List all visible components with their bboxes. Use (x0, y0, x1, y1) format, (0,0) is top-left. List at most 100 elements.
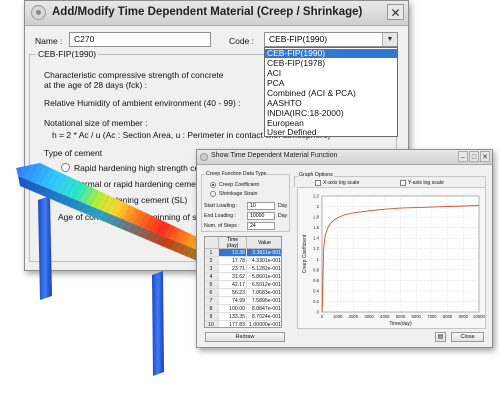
num-steps-label: Num. of Steps : (204, 223, 240, 229)
redraw-button[interactable]: Redraw (205, 332, 285, 342)
y-tick-label: 0.8 (313, 267, 319, 272)
table-row-header[interactable]: 2 (205, 257, 219, 265)
end-loading-input[interactable]: 10000 (247, 212, 275, 220)
start-loading-input[interactable]: 10 (247, 202, 275, 210)
humidity-label: Relative Humidity of ambient environment… (44, 98, 241, 108)
function-table: Time (day) Value 1 13.36 3.3611e-001 2 17.78… (204, 236, 282, 328)
cement-slow-radio[interactable] (61, 195, 70, 204)
y-tick-label: 2 (317, 204, 320, 209)
table-cell-value[interactable]: 3.3611e-001 (247, 249, 281, 257)
table-cell-time[interactable]: 17.78 (219, 257, 247, 265)
table-cell-value[interactable]: 1.00000e-001 (247, 321, 281, 327)
code-option[interactable]: CEB-FIP(1978) (265, 59, 397, 68)
x-tick-label: 2000 (349, 314, 359, 319)
x-tick-label: 0 (321, 314, 324, 319)
table-row-header[interactable]: 8 (205, 305, 219, 313)
table-row-header[interactable]: 10 (205, 321, 219, 327)
cement-type-label: Type of cement (44, 148, 103, 158)
x-tick-label: 4000 (380, 314, 390, 319)
code-option[interactable]: Combined (ACI & PCA) (265, 89, 397, 98)
notional-size-label: Notational size of member : (44, 118, 148, 128)
column-header-time: Time (day) (219, 237, 247, 249)
close-button[interactable]: Close (451, 332, 484, 342)
y-tick-label: 2.2 (313, 194, 319, 199)
table-cell-time[interactable]: 31.62 (219, 273, 247, 281)
table-cell-value[interactable]: 7.0683e-001 (247, 289, 281, 297)
y-log-checkbox[interactable] (400, 180, 406, 186)
table-cell-time[interactable]: 100.00 (219, 305, 247, 313)
creep-coefficient-radio[interactable] (210, 182, 216, 188)
data-type-caption: Creep Function Data Type (205, 171, 268, 177)
table-row-header[interactable]: 5 (205, 281, 219, 289)
x-tick-label: 5000 (396, 314, 406, 319)
close-icon[interactable]: ✕ (387, 4, 404, 20)
close-icon[interactable]: ✕ (480, 151, 490, 162)
table-cell-value[interactable]: 8.0847e-001 (247, 305, 281, 313)
table-row-header[interactable]: 7 (205, 297, 219, 305)
code-option[interactable]: PCA (265, 79, 397, 88)
table-cell-time[interactable]: 23.71 (219, 265, 247, 273)
table-cell-time[interactable]: 133.35 (219, 313, 247, 321)
table-row-header[interactable]: 6 (205, 289, 219, 297)
code-select-value: CEB-FIP(1990) (269, 34, 328, 44)
table-row-header[interactable]: 4 (205, 273, 219, 281)
end-loading-label: End Loading : (204, 213, 237, 219)
x-tick-label: 8000 (443, 314, 453, 319)
y-tick-label: 1.6 (313, 225, 319, 230)
y-log-label: Y-axis log scale (408, 180, 444, 186)
y-axis-label: Creep Coefficient (302, 234, 308, 273)
table-cell-time[interactable]: 13.36 (219, 249, 247, 257)
cement-normal-radio[interactable] (61, 179, 70, 188)
app-icon (31, 5, 46, 20)
x-axis-label: Time(day) (389, 321, 412, 327)
num-steps-input[interactable]: 24 (247, 222, 275, 230)
x-tick-label: 3000 (364, 314, 374, 319)
table-cell-time[interactable]: 42.17 (219, 281, 247, 289)
code-option[interactable]: CEB-FIP(1990) (265, 49, 397, 58)
table-cell-value[interactable]: 8.7024e-001 (247, 313, 281, 321)
code-select[interactable]: CEB-FIP(1990) ▼ (264, 32, 398, 47)
creep-coefficient-label: Creep Coefficient (219, 182, 259, 188)
chevron-down-icon[interactable]: ▼ (382, 33, 397, 46)
y-tick-label: 1.8 (313, 215, 319, 220)
code-option[interactable]: User Defined (265, 128, 397, 137)
x-tick-label: 1000 (333, 314, 343, 319)
cement-slow-label: Slowly hardening cement (SL) (74, 195, 188, 205)
start-loading-unit: Day (278, 203, 288, 209)
table-row-header[interactable]: 3 (205, 265, 219, 273)
x-log-label: X-axis log scale (323, 180, 360, 186)
creep-chart: 0 0.2 0.4 0.6 0.8 1 1.2 1.4 1.6 1.8 2 2.2 0 1000 2000 3… (297, 187, 486, 329)
y-tick-label: 0.4 (313, 288, 319, 293)
group-caption: CEB-FIP(1990) (36, 49, 99, 59)
start-loading-label: Start Loading : (204, 203, 238, 209)
end-loading-unit: Day (278, 213, 288, 219)
minimize-icon[interactable]: – (458, 151, 468, 162)
table-row-header[interactable]: 1 (205, 249, 219, 257)
y-tick-label: 1 (317, 257, 320, 262)
title-bar: Add/Modify Time Dependent Material (Cree… (25, 1, 408, 26)
table-cell-value[interactable]: 5.8601e-001 (247, 273, 281, 281)
creep-chart-svg: 0 0.2 0.4 0.6 0.8 1 1.2 1.4 1.6 1.8 2 2.2 0 1000 2000 3… (302, 194, 485, 328)
table-cell-time[interactable]: 74.99 (219, 297, 247, 305)
cement-rapid-radio[interactable] (61, 163, 70, 172)
maximize-icon[interactable]: □ (469, 151, 479, 162)
table-cell-value[interactable]: 4.3301e-001 (247, 257, 281, 265)
function-dialog-title: Show Time Dependent Material Function (211, 152, 338, 159)
table-cell-value[interactable]: 5.1282e-001 (247, 265, 281, 273)
table-row-header[interactable]: 9 (205, 313, 219, 321)
table-cell-value[interactable]: 6.5012e-001 (247, 281, 281, 289)
y-tick-label: 0 (317, 310, 320, 315)
name-input[interactable]: C270 (69, 32, 211, 47)
shrinkage-strain-radio[interactable] (210, 191, 216, 197)
x-tick-label: 9000 (459, 314, 469, 319)
code-option[interactable]: INDIA(IRC:18-2000) (265, 109, 397, 118)
strength-label-line2: at the age of 28 days (fck) : (44, 80, 148, 90)
table-cell-value[interactable]: 7.5896e-001 (247, 297, 281, 305)
x-tick-label: 7000 (427, 314, 437, 319)
table-cell-time[interactable]: 177.83 (219, 321, 247, 327)
x-log-checkbox[interactable] (315, 180, 321, 186)
code-option[interactable]: AASHTO (265, 99, 397, 108)
clipboard-icon[interactable]: ▤ (435, 332, 446, 342)
code-option[interactable]: ACI (265, 69, 397, 78)
table-cell-time[interactable]: 56.23 (219, 289, 247, 297)
